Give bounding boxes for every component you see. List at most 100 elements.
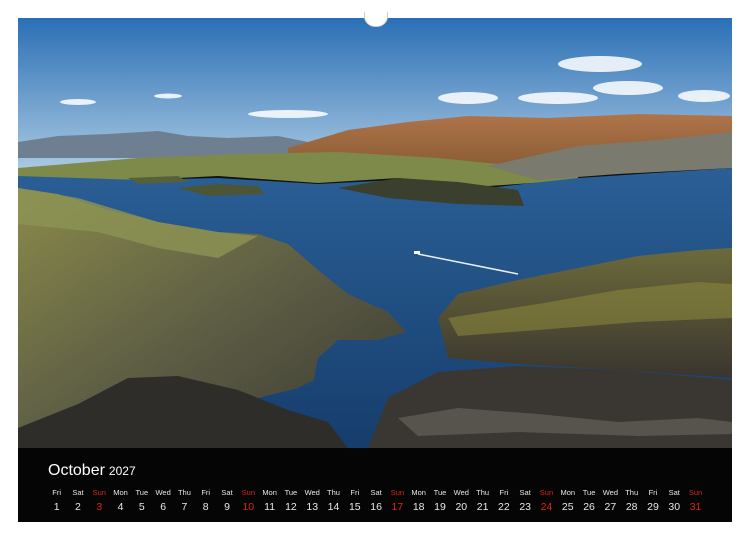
day-cell: Mon 4: [110, 488, 131, 516]
weekday-label: Sat: [72, 488, 84, 497]
day-number: 19: [434, 501, 446, 513]
day-cell: Fri 22: [493, 488, 514, 516]
day-number: 7: [181, 501, 188, 513]
weekday-label: Tue: [582, 488, 596, 497]
day-cell: Tue 19: [429, 488, 450, 516]
weekday-label: Sun: [241, 488, 255, 497]
weekday-label: Wed: [304, 488, 320, 497]
day-number: 22: [498, 501, 510, 513]
weekday-label: Mon: [262, 488, 277, 497]
weekday-label: Fri: [350, 488, 360, 497]
weekday-label: Mon: [560, 488, 576, 497]
day-cell: Fri 15: [344, 488, 365, 516]
weekday-label: Sun: [539, 488, 554, 497]
day-number: 4: [117, 501, 124, 513]
day-cell: Mon 11: [259, 488, 280, 516]
weekday-label: Thu: [327, 488, 340, 497]
day-cell: Tue 5: [131, 488, 152, 516]
day-number: 16: [370, 501, 382, 513]
day-number: 6: [160, 501, 167, 513]
day-cell: Wed 27: [600, 488, 621, 516]
day-cell: Wed 20: [451, 488, 472, 516]
day-number: 17: [391, 501, 404, 513]
day-cell: Fri 8: [195, 488, 216, 516]
day-cell: Fri 29: [642, 488, 663, 516]
day-number: 28: [625, 501, 638, 513]
weekday-label: Wed: [602, 488, 619, 497]
weekday-label: Mon: [113, 488, 128, 497]
day-cell: Thu 7: [174, 488, 195, 516]
day-cell: Wed 6: [152, 488, 173, 516]
calendar-page: October 2027 Fri 1 Sat 2 Sun 3 Mon 4 Tue 5 Wed 6 Thu 7…: [18, 18, 732, 522]
day-number: 15: [348, 501, 361, 513]
day-cell: Thu 28: [621, 488, 642, 516]
weekday-label: Wed: [453, 488, 469, 497]
day-cell: Sat 30: [664, 488, 685, 516]
day-cell: Sun 31: [685, 488, 706, 516]
day-number: 25: [561, 501, 574, 513]
day-cell: Sun 24: [536, 488, 557, 516]
weekday-label: Sat: [668, 488, 680, 497]
day-number: 12: [285, 501, 297, 513]
boat: [414, 251, 420, 254]
day-number: 24: [540, 501, 553, 513]
weekday-label: Thu: [476, 488, 490, 497]
day-number: 3: [96, 501, 103, 513]
day-cell: Sat 16: [365, 488, 386, 516]
day-cell: Sat 9: [216, 488, 237, 516]
day-number: 9: [224, 501, 230, 513]
day-number: 2: [75, 501, 81, 513]
year: 2027: [108, 464, 136, 478]
day-grid: Fri 1 Sat 2 Sun 3 Mon 4 Tue 5 Wed 6 Thu 7 Fri 8 Sat 9 Sun 1…: [46, 488, 706, 516]
weekday-label: Thu: [177, 488, 191, 497]
calendar-strip: October 2027 Fri 1 Sat 2 Sun 3 Mon 4 Tue 5 Wed 6 Thu 7…: [18, 448, 732, 522]
day-number: 20: [455, 501, 468, 513]
weekday-label: Sun: [92, 488, 106, 497]
day-cell: Thu 21: [472, 488, 493, 516]
day-cell: Thu 14: [323, 488, 344, 516]
day-number: 29: [647, 501, 659, 513]
day-cell: Sat 2: [67, 488, 88, 516]
day-number: 8: [202, 501, 209, 513]
month-heading: October 2027: [48, 462, 136, 480]
day-cell: Tue 26: [578, 488, 599, 516]
weekday-label: Fri: [52, 488, 62, 497]
weekday-label: Fri: [499, 488, 509, 497]
weekday-label: Fri: [648, 488, 658, 497]
weekday-label: Sun: [390, 488, 405, 497]
day-number: 10: [242, 501, 255, 513]
weekday-label: Sat: [221, 488, 233, 497]
weekday-label: Wed: [155, 488, 171, 497]
day-number: 11: [264, 501, 276, 513]
day-number: 14: [327, 501, 340, 513]
weekday-label: Sat: [519, 488, 531, 497]
month-name: October: [48, 462, 105, 479]
day-number: 27: [604, 501, 617, 513]
weekday-label: Thu: [625, 488, 639, 497]
day-number: 30: [668, 501, 681, 513]
day-number: 26: [583, 501, 595, 513]
day-cell: Sat 23: [515, 488, 536, 516]
weekday-label: Tue: [284, 488, 298, 497]
day-number: 23: [519, 501, 532, 513]
weekday-label: Mon: [411, 488, 426, 497]
day-number: 5: [138, 501, 145, 513]
day-cell: Tue 12: [280, 488, 301, 516]
weekday-label: Sun: [688, 488, 703, 497]
landscape-photo: [18, 18, 732, 448]
day-number: 13: [306, 501, 319, 513]
weekday-label: Tue: [135, 488, 149, 497]
day-cell: Mon 18: [408, 488, 429, 516]
day-cell: Fri 1: [46, 488, 67, 516]
day-cell: Sun 10: [238, 488, 259, 516]
day-number: 21: [476, 501, 489, 513]
day-cell: Wed 13: [302, 488, 323, 516]
day-number: 18: [412, 501, 425, 513]
weekday-label: Fri: [201, 488, 211, 497]
weekday-label: Tue: [433, 488, 447, 497]
day-number: 31: [689, 501, 702, 513]
day-number: 1: [53, 501, 60, 513]
day-cell: Sun 17: [387, 488, 408, 516]
weekday-label: Sat: [370, 488, 382, 497]
day-cell: Sun 3: [89, 488, 110, 516]
